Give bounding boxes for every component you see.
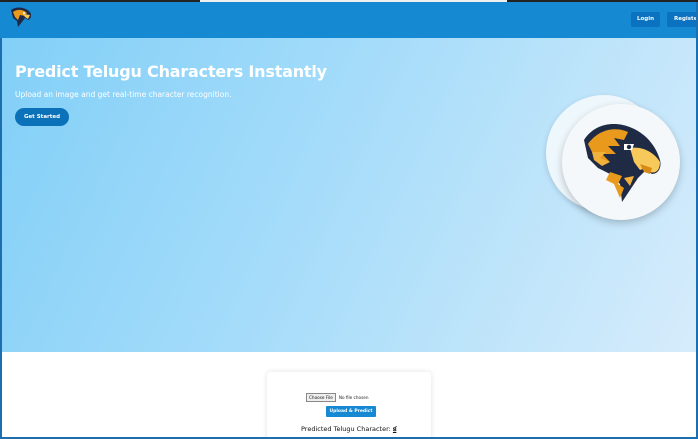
get-started-button[interactable]: Get Started	[15, 108, 69, 126]
prediction-result: Predicted Telugu Character: క	[301, 425, 396, 435]
upload-card: Choose File No file chosen Upload & Predi…	[267, 372, 431, 439]
app-window: Login Register Predict Telugu Characters…	[0, 0, 698, 439]
choose-file-button[interactable]: Choose File	[306, 393, 336, 402]
upload-predict-button[interactable]: Upload & Predict	[326, 406, 376, 417]
file-input[interactable]: Choose File No file chosen	[306, 393, 369, 402]
register-button[interactable]: Register	[667, 12, 698, 27]
eagle-logo-icon[interactable]	[9, 6, 33, 28]
hero-title: Predict Telugu Characters Instantly	[15, 62, 327, 81]
login-button[interactable]: Login	[631, 12, 660, 27]
hero-subtitle: Upload an image and get real-time charac…	[15, 90, 232, 99]
window-border-left	[0, 38, 2, 439]
hero-image-circle	[562, 104, 680, 220]
prediction-value: క	[392, 425, 397, 433]
file-status-text: No file chosen	[338, 395, 369, 400]
navbar: Login Register	[0, 2, 698, 38]
prediction-label: Predicted Telugu Character:	[301, 425, 391, 433]
hero-section: Predict Telugu Characters Instantly Uplo…	[2, 38, 696, 352]
eagle-mascot-icon	[584, 124, 661, 202]
